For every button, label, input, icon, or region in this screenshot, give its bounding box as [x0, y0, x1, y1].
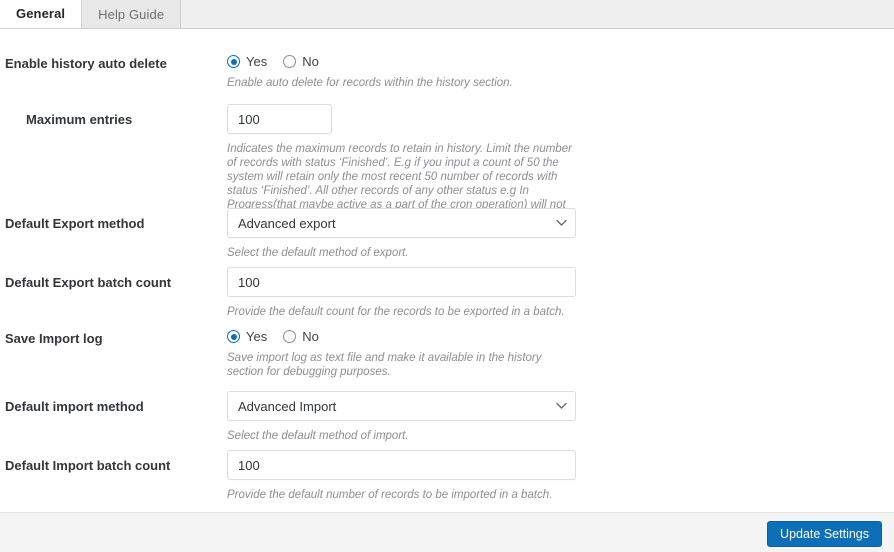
input-maximum-entries[interactable] [227, 104, 332, 134]
select-wrap-default-import-method: Advanced Import [227, 391, 576, 421]
tab-help-guide-label: Help Guide [98, 6, 165, 22]
select-default-export-method[interactable]: Advanced export [227, 208, 576, 238]
label-default-export-batch-count: Default Export batch count [5, 275, 172, 290]
radio-history-auto-delete-no[interactable]: No [283, 54, 319, 69]
tab-general[interactable]: General [0, 0, 83, 28]
label-maximum-entries: Maximum entries [26, 112, 133, 127]
desc-default-import-method: Select the default method of import. [227, 430, 409, 442]
tab-general-label: General [16, 6, 66, 21]
radio-history-auto-delete-yes[interactable]: Yes [227, 54, 267, 69]
desc-default-export-batch-count: Provide the default count for the record… [227, 306, 565, 318]
radio-save-import-log-yes-label: Yes [246, 329, 268, 344]
radio-checked-icon [227, 55, 240, 68]
select-default-import-method[interactable]: Advanced Import [227, 391, 576, 421]
label-default-export-method: Default Export method [5, 216, 145, 231]
radio-group-save-import-log: Yes No [227, 329, 579, 344]
select-default-import-method-value: Advanced Import [238, 398, 337, 414]
radio-history-auto-delete-no-label: No [302, 54, 319, 69]
radio-unchecked-icon [283, 330, 297, 343]
radio-history-auto-delete-yes-label: Yes [246, 54, 268, 69]
label-history-auto-delete: Enable history auto delete [5, 56, 167, 71]
label-default-import-batch-count: Default Import batch count [5, 458, 171, 473]
select-wrap-default-export-method: Advanced export [227, 208, 576, 238]
label-save-import-log: Save Import log [5, 331, 103, 346]
radio-group-history-auto-delete: Yes No [227, 54, 513, 69]
tab-help-guide[interactable]: Help Guide [82, 0, 182, 28]
desc-save-import-log: Save import log as text file and make it… [227, 352, 542, 378]
tab-bar: General Help Guide [0, 0, 894, 29]
input-default-export-batch-count[interactable] [227, 267, 576, 297]
input-default-import-batch-count[interactable] [227, 450, 576, 480]
update-settings-button[interactable]: Update Settings [767, 521, 882, 547]
desc-default-import-batch-count: Provide the default number of records to… [227, 489, 553, 501]
radio-save-import-log-yes[interactable]: Yes [227, 329, 267, 344]
radio-checked-icon [227, 330, 240, 343]
label-default-import-method: Default import method [5, 399, 144, 414]
settings-form: Enable history auto delete Yes No Enable… [0, 30, 894, 511]
desc-default-export-method: Select the default method of export. [227, 247, 409, 259]
desc-history-auto-delete: Enable auto delete for records within th… [227, 77, 513, 89]
select-default-export-method-value: Advanced export [238, 215, 336, 231]
radio-unchecked-icon [283, 55, 297, 68]
radio-save-import-log-no-label: No [302, 329, 319, 344]
radio-save-import-log-no[interactable]: No [283, 329, 319, 344]
footer-bar: Update Settings [0, 512, 894, 552]
